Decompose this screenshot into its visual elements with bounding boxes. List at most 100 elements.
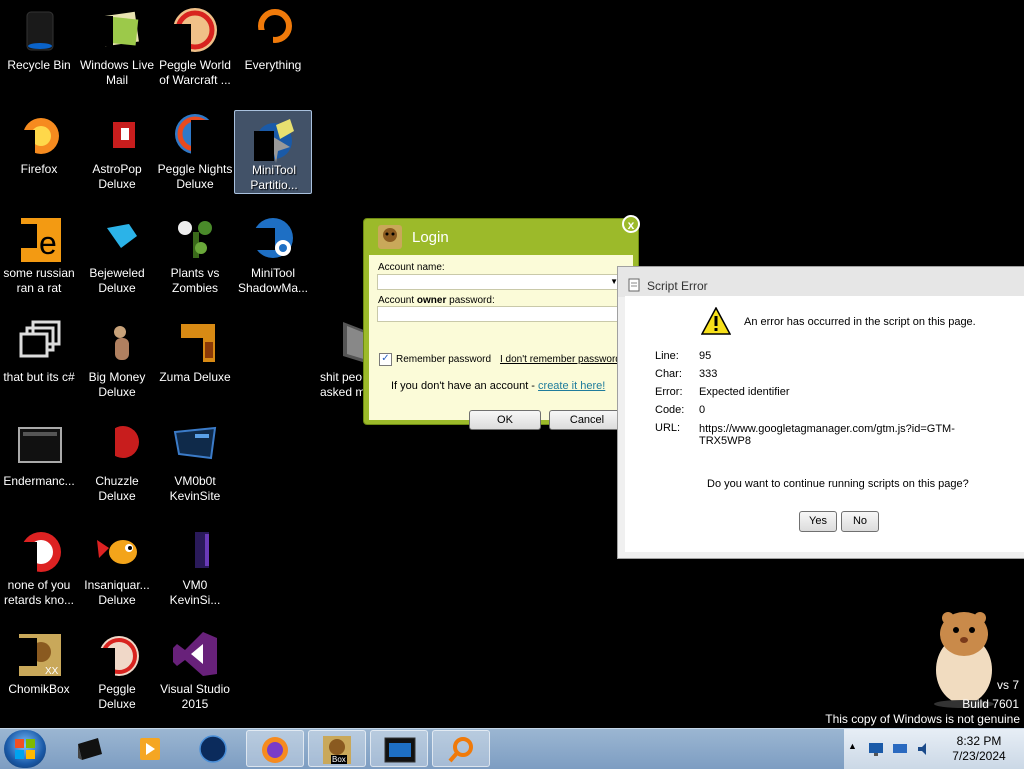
no-account-text: If you don't have an account - create it… bbox=[391, 380, 606, 392]
char-label: Char: bbox=[655, 368, 682, 380]
forgot-password-link[interactable]: I don't remember password bbox=[500, 354, 633, 365]
game-icon bbox=[114, 326, 129, 360]
taskbar-firefox[interactable] bbox=[246, 730, 304, 767]
desktop-icon-label: Visual Studio 2015 bbox=[160, 682, 230, 711]
app-icon bbox=[15, 532, 61, 572]
window-icon bbox=[19, 320, 61, 358]
desktop-icon-chuzzle[interactable]: Chuzzle Deluxe bbox=[78, 416, 156, 512]
code-label: Code: bbox=[655, 404, 685, 416]
taskbar-everything[interactable] bbox=[432, 730, 490, 767]
desktop-icon-some-russian[interactable]: e some russian ran a rat bbox=[0, 208, 78, 304]
desktop-icon-vm0[interactable]: VM0 KevinSi... bbox=[156, 520, 234, 616]
warning-icon bbox=[701, 307, 731, 335]
desktop-icon-minitool-shadowmaker[interactable]: MiniTool ShadowMa... bbox=[234, 208, 312, 304]
login-body: Account name: ▼ Account owner password: … bbox=[369, 255, 633, 430]
desktop-icon-peggle-wow[interactable]: Peggle World of Warcraft ... bbox=[156, 0, 234, 96]
chomikbox-badge: Box bbox=[331, 755, 347, 764]
line-value: 95 bbox=[699, 350, 712, 362]
clock-date: 7/23/2024 bbox=[952, 749, 1006, 763]
fish-icon bbox=[97, 540, 137, 564]
ok-button[interactable]: OK bbox=[469, 410, 541, 430]
login-titlebar[interactable]: Login bbox=[364, 219, 638, 255]
error-message: An error has occurred in the script on t… bbox=[744, 316, 976, 328]
desktop-icon-firefox[interactable]: Firefox bbox=[0, 104, 78, 200]
start-button[interactable] bbox=[4, 730, 46, 768]
desktop-icon-zuma[interactable]: Zuma Deluxe bbox=[156, 312, 234, 408]
desktop-icon-label: VM0b0t KevinSite bbox=[169, 474, 221, 503]
script-error-body: An error has occurred in the script on t… bbox=[625, 296, 1024, 552]
watermark-line-1: vs 7 bbox=[996, 678, 1019, 692]
desktop-icon-bejeweled[interactable]: Bejeweled Deluxe bbox=[78, 208, 156, 304]
peggle-icon bbox=[93, 636, 139, 676]
plant-icon bbox=[178, 221, 212, 258]
remember-password-checkbox[interactable]: ✓ bbox=[379, 353, 392, 366]
svg-text:XX: XX bbox=[45, 666, 59, 677]
desktop-icon-peggle-nights[interactable]: Peggle Nights Deluxe bbox=[156, 104, 234, 200]
desktop-icon-that-but-csharp[interactable]: that but its c# bbox=[0, 312, 78, 408]
desktop-icon-visual-studio[interactable]: Visual Studio 2015 bbox=[156, 624, 234, 720]
cancel-button[interactable]: Cancel bbox=[549, 410, 625, 430]
desktop-icon-label: VM0 KevinSi... bbox=[169, 578, 221, 607]
app-icon: e bbox=[15, 218, 61, 262]
no-button[interactable]: No bbox=[841, 511, 879, 532]
taskbar-app-1[interactable] bbox=[60, 730, 118, 767]
taskbar: Box ▲ 8:32 PM 7/23/2024 bbox=[0, 728, 1024, 769]
volume-icon[interactable] bbox=[916, 741, 932, 757]
taskbar-window[interactable] bbox=[370, 730, 428, 767]
line-label: Line: bbox=[655, 350, 679, 362]
desktop-icon-label: none of you retards kno... bbox=[3, 578, 75, 607]
taskbar-chomikbox[interactable]: Box bbox=[308, 730, 366, 767]
desktop-icon-pvz[interactable]: Plants vs Zombies bbox=[156, 208, 234, 304]
desktop-icon-everything[interactable]: Everything bbox=[234, 0, 312, 96]
monitor-icon[interactable] bbox=[892, 741, 908, 757]
game-icon bbox=[93, 426, 139, 466]
create-account-link[interactable]: create it here! bbox=[538, 380, 605, 392]
document-icon bbox=[628, 278, 640, 292]
hamster-icon bbox=[378, 225, 402, 249]
mail-icon bbox=[93, 11, 139, 47]
desktop-icon-minitool-partition[interactable]: MiniTool Partitio... bbox=[234, 110, 312, 194]
desktop-icon-recycle-bin[interactable]: Recycle Bin bbox=[0, 0, 78, 96]
hamster-mascot-icon[interactable] bbox=[918, 604, 1006, 708]
taskbar-globe[interactable] bbox=[184, 730, 242, 767]
yes-button[interactable]: Yes bbox=[799, 511, 837, 532]
clock[interactable]: 8:32 PM 7/23/2024 bbox=[944, 734, 1014, 764]
desktop-icon-label: Chuzzle Deluxe bbox=[95, 474, 139, 503]
desktop-icon-vm0b0t[interactable]: VM0b0t KevinSite bbox=[156, 416, 234, 512]
firefox-icon bbox=[262, 737, 288, 763]
password-field[interactable] bbox=[377, 306, 621, 322]
login-close-button[interactable]: x bbox=[622, 215, 640, 233]
desktop-icon-label: Big Money Deluxe bbox=[88, 370, 146, 399]
script-error-titlebar[interactable]: Script Error bbox=[618, 267, 1024, 297]
url-label: URL: bbox=[655, 422, 681, 434]
desktop-icon-label: Windows Live Mail bbox=[79, 58, 155, 87]
desktop-icon-label: AstroPop Deluxe bbox=[92, 162, 142, 191]
taskbar-media-player[interactable] bbox=[120, 730, 178, 767]
login-window: Login x Account name: ▼ Account owner pa… bbox=[363, 215, 640, 430]
hamster-icon: XX bbox=[15, 634, 61, 677]
network-icon[interactable] bbox=[868, 741, 884, 757]
continue-question: Do you want to continue running scripts … bbox=[707, 478, 969, 490]
show-hidden-icons-chevron-up-icon[interactable]: ▲ bbox=[848, 741, 857, 751]
desktop-icon-label: ChomikBox bbox=[8, 682, 70, 696]
desktop-icon-peggle-deluxe[interactable]: Peggle Deluxe bbox=[78, 624, 156, 720]
desktop-icon-none-of-you[interactable]: none of you retards kno... bbox=[0, 520, 78, 616]
desktop-icon-label: Insaniquar... Deluxe bbox=[84, 578, 150, 607]
desktop-icon-windows-live-mail[interactable]: Windows Live Mail bbox=[78, 0, 156, 96]
account-name-combobox[interactable]: ▼ bbox=[377, 274, 621, 290]
error-label: Error: bbox=[655, 386, 683, 398]
desktop-icon-endermanc[interactable]: Endermanc... bbox=[0, 416, 78, 512]
watermark-line-3: This copy of Windows is not genuine bbox=[825, 712, 1020, 726]
desktop-icon-label: Endermanc... bbox=[3, 474, 75, 488]
desktop-icon-label: some russian ran a rat bbox=[3, 266, 75, 295]
desktop-icon-label: Everything bbox=[244, 58, 302, 72]
desktop-icon-astropop[interactable]: AstroPop Deluxe bbox=[78, 104, 156, 200]
desktop-icon-chomikbox[interactable]: XX ChomikBox bbox=[0, 624, 78, 720]
search-icon bbox=[448, 737, 473, 763]
recycle-bin-icon bbox=[26, 11, 54, 51]
desktop-icon-insaniquarium[interactable]: Insaniquar... Deluxe bbox=[78, 520, 156, 616]
window-icon bbox=[384, 737, 416, 763]
windows-logo-icon bbox=[15, 739, 35, 759]
desktop-icon-big-money[interactable]: Big Money Deluxe bbox=[78, 312, 156, 408]
script-error-dialog: Script Error An error has occurred in th… bbox=[617, 266, 1024, 559]
